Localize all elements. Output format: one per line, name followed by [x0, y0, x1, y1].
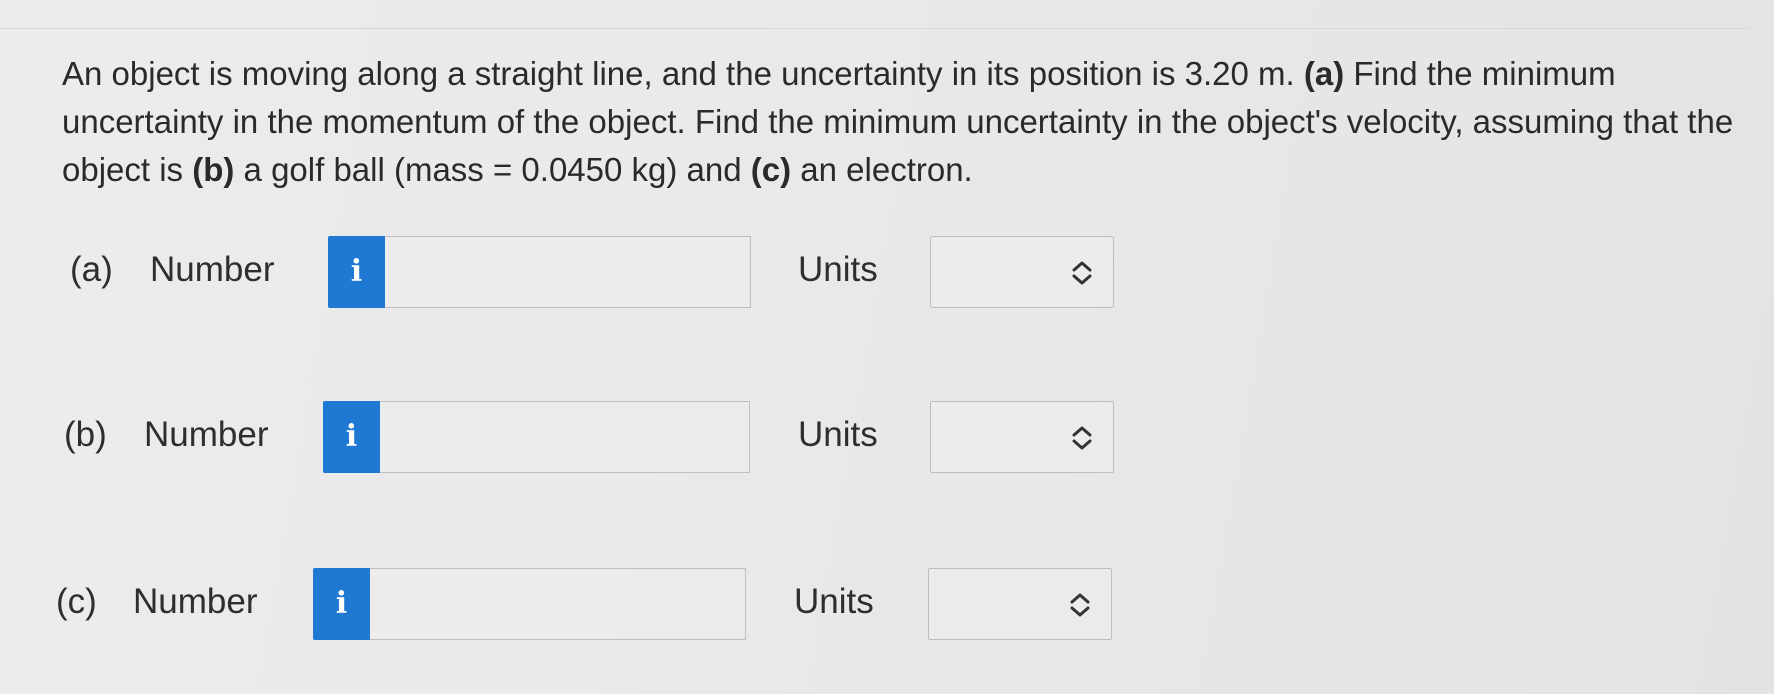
- question-text-part-3: a golf ball (mass = 0.0450 kg) and: [234, 151, 751, 188]
- units-label-c: Units: [794, 582, 874, 621]
- question-text-part-4: an electron.: [791, 151, 973, 188]
- info-icon[interactable]: i: [313, 568, 370, 640]
- chevron-up-down-icon: [1069, 424, 1095, 452]
- question-text: An object is moving along a straight lin…: [62, 50, 1752, 194]
- units-label-a: Units: [798, 250, 878, 289]
- answer-row-c: (c) Number i Units: [0, 568, 1774, 640]
- info-icon[interactable]: i: [328, 236, 385, 308]
- chevron-up-down-icon: [1069, 259, 1095, 287]
- number-label-a: Number: [150, 250, 275, 289]
- number-input-c[interactable]: [370, 568, 746, 640]
- number-input-b[interactable]: [380, 401, 750, 473]
- question-text-part-1: An object is moving along a straight lin…: [62, 55, 1304, 92]
- answer-row-a: (a) Number i Units: [0, 236, 1774, 308]
- units-select-a[interactable]: [930, 236, 1114, 308]
- info-icon[interactable]: i: [323, 401, 380, 473]
- top-divider: [0, 28, 1750, 29]
- question-marker-a: (a): [1303, 55, 1345, 92]
- part-label-a: (a): [70, 250, 113, 289]
- units-label-b: Units: [798, 415, 878, 454]
- number-label-c: Number: [133, 582, 258, 621]
- units-select-b[interactable]: [930, 401, 1114, 473]
- part-label-c: (c): [56, 582, 97, 621]
- question-marker-b: (b): [192, 151, 235, 188]
- answer-row-b: (b) Number i Units: [0, 401, 1774, 473]
- units-select-c[interactable]: [928, 568, 1112, 640]
- number-input-a[interactable]: [385, 236, 751, 308]
- part-label-b: (b): [64, 415, 107, 454]
- question-marker-c: (c): [750, 151, 792, 188]
- number-label-b: Number: [144, 415, 269, 454]
- chevron-up-down-icon: [1067, 591, 1093, 619]
